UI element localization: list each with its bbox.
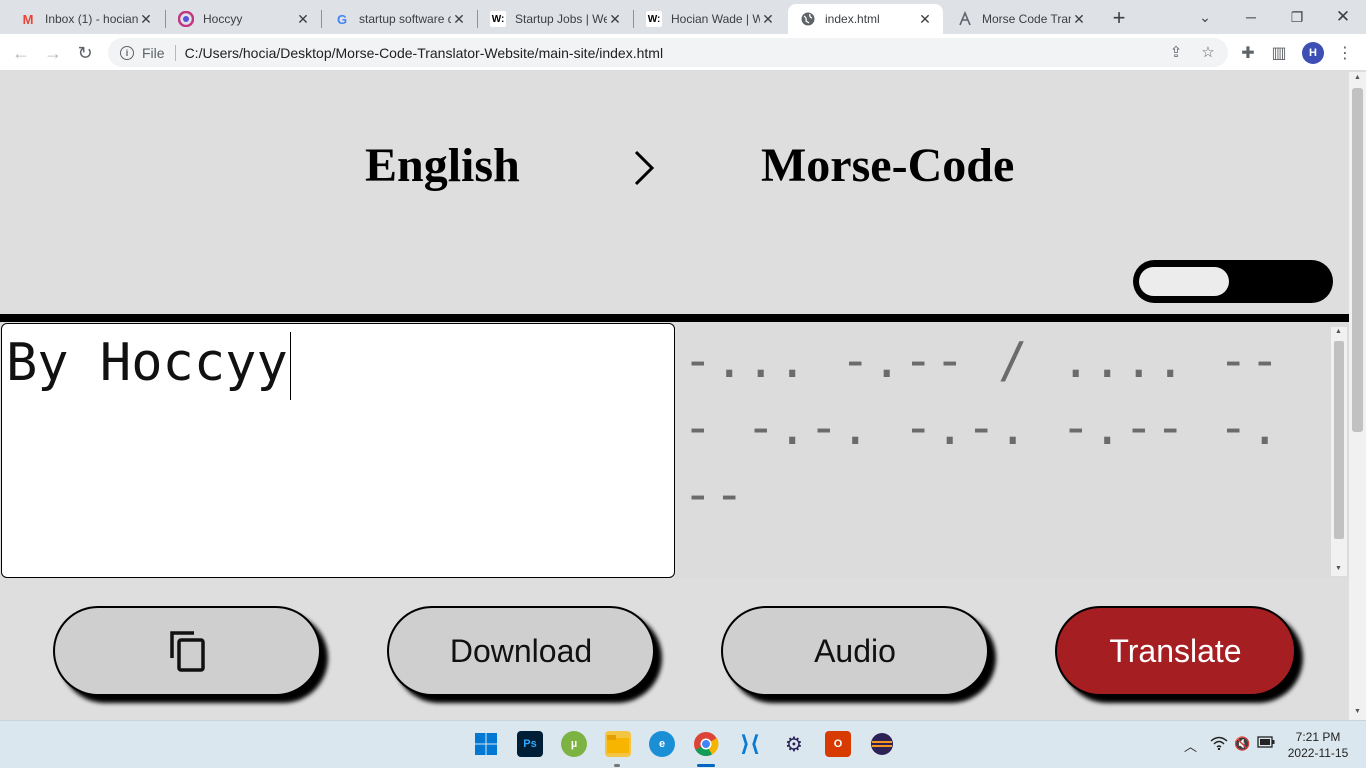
tab-index-html[interactable]: index.html ✕ xyxy=(788,4,943,34)
copy-button[interactable] xyxy=(53,606,321,696)
scroll-up-icon[interactable]: ▲ xyxy=(1335,328,1342,335)
globe-icon xyxy=(800,11,816,27)
tab-title: Hoccyy xyxy=(203,12,243,26)
tab-title: index.html xyxy=(825,12,880,26)
tab-title: Inbox (1) - hocian xyxy=(45,12,138,26)
close-icon[interactable]: ✕ xyxy=(607,11,623,27)
extensions-puzzle-icon[interactable]: ✚ xyxy=(1235,40,1261,66)
tab-title: Startup Jobs | We xyxy=(515,12,607,26)
office-icon[interactable]: O xyxy=(825,731,851,757)
tab-startup-jobs[interactable]: W: Startup Jobs | We ✕ xyxy=(478,4,633,34)
vscode-icon[interactable]: ⟩⟨ xyxy=(737,731,763,757)
input-textarea[interactable]: By Hoccyy xyxy=(1,323,675,578)
running-app-indicator xyxy=(614,764,620,767)
tab-hocian-wade[interactable]: W: Hocian Wade | W ✕ xyxy=(634,4,786,34)
start-windows-icon[interactable] xyxy=(473,731,499,757)
wellfound-icon: W: xyxy=(646,11,662,27)
bookmark-star-icon[interactable]: ☆ xyxy=(1198,42,1218,62)
tab-google[interactable]: G startup software d ✕ xyxy=(322,4,477,34)
theme-toggle[interactable] xyxy=(1133,260,1333,303)
eclipse-ide-icon[interactable] xyxy=(869,731,895,757)
tab-hoccyy[interactable]: Hoccyy ✕ xyxy=(166,4,321,34)
share-icon[interactable]: ⇪ xyxy=(1166,42,1186,62)
audio-button[interactable]: Audio xyxy=(721,606,989,696)
google-icon: G xyxy=(336,11,348,27)
close-icon[interactable]: ✕ xyxy=(138,11,154,27)
forward-arrow-icon[interactable]: → xyxy=(40,40,66,66)
output-scrollbar[interactable]: ▲ ▼ xyxy=(1331,327,1347,576)
photoshop-icon[interactable]: Ps xyxy=(517,731,543,757)
copy-icon xyxy=(170,631,205,672)
close-icon[interactable]: ✕ xyxy=(1071,11,1087,27)
close-icon[interactable]: ✕ xyxy=(451,11,467,27)
info-icon[interactable]: i xyxy=(120,45,134,60)
tab-morse-code-translator[interactable]: Morse Code Tran ✕ xyxy=(945,4,1097,34)
new-tab-button[interactable]: + xyxy=(1107,5,1131,30)
file-explorer-icon[interactable] xyxy=(605,731,631,757)
chevron-right-icon[interactable] xyxy=(630,148,658,188)
tab-search-chevron-icon[interactable]: ⌄ xyxy=(1182,0,1228,34)
battery-icon[interactable] xyxy=(1257,736,1275,751)
windows-taskbar: Ps µ e ⟩⟨ ⚙ O ︿ 🔇 7:21 PM 2022-11-15 xyxy=(0,720,1366,768)
active-app-indicator xyxy=(697,764,715,767)
avatar[interactable]: H xyxy=(1302,42,1324,64)
scroll-down-icon[interactable]: ▼ xyxy=(1335,565,1342,572)
morse-icon xyxy=(957,11,973,27)
scroll-up-icon[interactable]: ▲ xyxy=(1354,74,1361,81)
edge-icon[interactable]: e xyxy=(649,731,675,757)
tab-strip: M Inbox (1) - hocian ✕ Hoccyy ✕ G startu… xyxy=(0,0,1366,34)
chrome-icon[interactable] xyxy=(693,731,719,757)
tab-title: Hocian Wade | W xyxy=(671,12,760,26)
utorrent-icon[interactable]: µ xyxy=(561,731,587,757)
minimize-icon[interactable]: ─ xyxy=(1228,0,1274,34)
wellfound-icon: W: xyxy=(490,11,506,27)
volume-muted-icon[interactable]: 🔇 xyxy=(1234,736,1250,752)
side-panel-icon[interactable]: ▥ xyxy=(1266,40,1292,66)
text-caret xyxy=(289,332,292,400)
eclipse-gear-icon[interactable]: ⚙ xyxy=(781,731,807,757)
output-textarea[interactable]: -... -.-- / .... --- -.-. -.-. -.-- -.-- xyxy=(677,323,1349,578)
close-icon[interactable]: ✕ xyxy=(760,11,776,27)
output-text: -... -.-- / .... --- -.-. -.-. -.-- -.-- xyxy=(683,332,1282,523)
target-language[interactable]: Morse-Code xyxy=(761,138,1014,193)
close-icon[interactable]: ✕ xyxy=(295,11,311,27)
url-text[interactable]: C:/Users/hocia/Desktop/Morse-Code-Transl… xyxy=(185,45,664,61)
restore-icon[interactable]: ❐ xyxy=(1274,0,1320,34)
gmail-icon: M xyxy=(22,11,34,27)
page-scrollbar[interactable]: ▲ ▼ xyxy=(1349,72,1366,720)
file-scheme-label: File xyxy=(142,44,176,61)
tray-chevron-up-icon[interactable]: ︿ xyxy=(1184,736,1197,755)
system-clock[interactable]: 7:21 PM 2022-11-15 xyxy=(1282,729,1354,761)
close-icon[interactable]: ✕ xyxy=(917,11,933,27)
toggle-knob[interactable] xyxy=(1139,267,1229,296)
source-language[interactable]: English xyxy=(365,138,520,193)
browser-toolbar: ← → ↻ i File C:/Users/hocia/Desktop/Mors… xyxy=(0,34,1366,71)
input-text: By Hoccyy xyxy=(6,333,288,393)
translator-page: English Morse-Code By Hoccyy -... -.-- /… xyxy=(0,72,1349,720)
tab-title: Morse Code Tran xyxy=(982,12,1071,26)
kebab-menu-icon[interactable]: ⋮ xyxy=(1332,40,1358,66)
clock-time: 7:21 PM xyxy=(1295,730,1341,744)
wifi-icon[interactable] xyxy=(1210,736,1228,753)
close-window-icon[interactable]: ✕ xyxy=(1320,0,1366,34)
output-scroll-thumb[interactable] xyxy=(1334,341,1344,539)
divider xyxy=(0,314,1349,322)
tab-gmail[interactable]: M Inbox (1) - hocian ✕ xyxy=(8,4,164,34)
address-bar[interactable]: i File C:/Users/hocia/Desktop/Morse-Code… xyxy=(108,38,1228,67)
reload-icon[interactable]: ↻ xyxy=(72,40,98,66)
translate-button[interactable]: Translate xyxy=(1055,606,1296,696)
tab-title: startup software d xyxy=(359,12,451,26)
hoccyy-icon xyxy=(178,11,194,27)
scroll-down-icon[interactable]: ▼ xyxy=(1354,708,1361,715)
page-scroll-thumb[interactable] xyxy=(1352,88,1363,432)
back-arrow-icon[interactable]: ← xyxy=(8,40,34,66)
download-button[interactable]: Download xyxy=(387,606,655,696)
clock-date: 2022-11-15 xyxy=(1287,746,1349,760)
